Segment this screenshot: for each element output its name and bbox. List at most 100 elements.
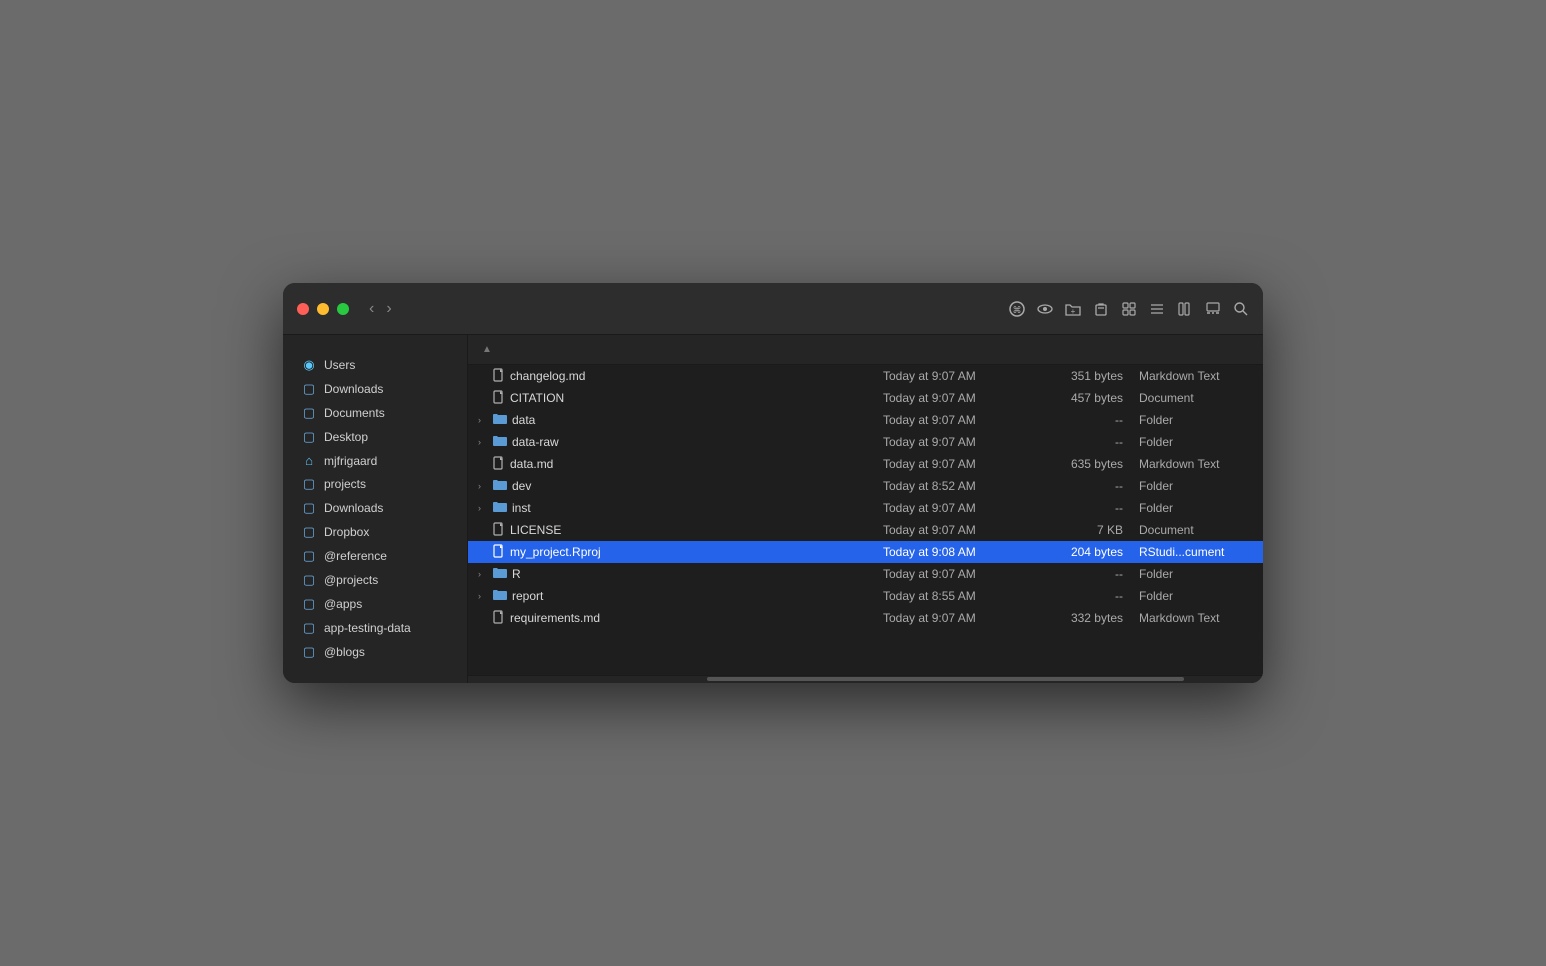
file-row-changelog[interactable]: changelog.md Today at 9:07 AM 351 bytes … [468, 365, 1263, 387]
sidebar: ◉ Users ▢ Downloads ▢ Documents ▢ Deskto… [283, 335, 468, 683]
file-name-col-inst: › inst [478, 501, 883, 516]
titlebar: ‹ › ⌘ + [283, 283, 1263, 335]
sidebar-item-documents[interactable]: ▢ Documents [287, 401, 463, 425]
svg-text:⌘: ⌘ [1013, 305, 1022, 315]
file-icon-inst [493, 501, 507, 516]
expand-arrow-data[interactable]: › [478, 415, 488, 425]
sidebar-item-atprojects[interactable]: ▢ @projects [287, 568, 463, 592]
file-name-col-requirements: requirements.md [478, 610, 883, 627]
file-row-data[interactable]: › data Today at 9:07 AM -- Folder [468, 409, 1263, 431]
sidebar-icon-apptesting: ▢ [301, 620, 317, 636]
file-size-changelog: 351 bytes [1033, 369, 1123, 383]
expand-arrow-report[interactable]: › [478, 591, 488, 601]
minimize-button[interactable] [317, 303, 329, 315]
file-modified-myproject: Today at 9:08 AM [883, 545, 1033, 559]
file-name-col-data: › data [478, 413, 883, 428]
file-icon-dataraw [493, 435, 507, 450]
sidebar-icon-desktop: ▢ [301, 429, 317, 445]
grid-icon[interactable] [1121, 301, 1137, 317]
tag-icon[interactable]: ⌘ [1009, 301, 1025, 317]
sidebar-icon-documents: ▢ [301, 405, 317, 421]
file-name-data: data [512, 413, 535, 427]
file-name-report: report [512, 589, 543, 603]
file-row-dev[interactable]: › dev Today at 8:52 AM -- Folder [468, 475, 1263, 497]
sidebar-item-projects[interactable]: ▢ projects [287, 472, 463, 496]
file-kind-inst: Folder [1123, 501, 1253, 515]
columns-icon[interactable] [1177, 301, 1193, 317]
file-row-r[interactable]: › R Today at 9:07 AM -- Folder [468, 563, 1263, 585]
sidebar-item-reference[interactable]: ▢ @reference [287, 544, 463, 568]
file-icon-r [493, 567, 507, 582]
search-icon[interactable] [1233, 301, 1249, 317]
expand-arrow-r[interactable]: › [478, 569, 488, 579]
sidebar-item-downloads2[interactable]: ▢ Downloads [287, 496, 463, 520]
expand-arrow-dataraw[interactable]: › [478, 437, 488, 447]
gallery-icon[interactable] [1205, 301, 1221, 317]
file-size-report: -- [1033, 589, 1123, 603]
file-size-license: 7 KB [1033, 523, 1123, 537]
file-kind-myproject: RStudi...cument [1123, 545, 1253, 559]
expand-arrow-inst[interactable]: › [478, 503, 488, 513]
file-row-datamd[interactable]: data.md Today at 9:07 AM 635 bytes Markd… [468, 453, 1263, 475]
file-name-license: LICENSE [510, 523, 561, 537]
maximize-button[interactable] [337, 303, 349, 315]
file-size-dataraw: -- [1033, 435, 1123, 449]
sidebar-item-users[interactable]: ◉ Users [287, 353, 463, 377]
sidebar-label-apps: @apps [324, 597, 362, 611]
sidebar-item-mjfrigaard[interactable]: ⌂ mjfrigaard [287, 449, 463, 472]
file-name-col-myproject: my_project.Rproj [478, 544, 883, 561]
sidebar-item-apptesting[interactable]: ▢ app-testing-data [287, 616, 463, 640]
file-list: changelog.md Today at 9:07 AM 351 bytes … [468, 365, 1263, 675]
sidebar-label-desktop: Desktop [324, 430, 368, 444]
sidebar-label-atprojects: @projects [324, 573, 378, 587]
file-icon-citation [493, 390, 505, 407]
file-modified-inst: Today at 9:07 AM [883, 501, 1033, 515]
expand-arrow-dev[interactable]: › [478, 481, 488, 491]
file-modified-citation: Today at 9:07 AM [883, 391, 1033, 405]
file-row-citation[interactable]: CITATION Today at 9:07 AM 457 bytes Docu… [468, 387, 1263, 409]
file-row-myproject[interactable]: my_project.Rproj Today at 9:08 AM 204 by… [468, 541, 1263, 563]
file-kind-dataraw: Folder [1123, 435, 1253, 449]
sidebar-item-downloads1[interactable]: ▢ Downloads [287, 377, 463, 401]
finder-window: ‹ › ⌘ + [283, 283, 1263, 683]
close-button[interactable] [297, 303, 309, 315]
file-size-citation: 457 bytes [1033, 391, 1123, 405]
sidebar-item-desktop[interactable]: ▢ Desktop [287, 425, 463, 449]
forward-button[interactable]: › [382, 298, 395, 320]
sort-arrow: ▲ [482, 344, 492, 355]
list-icon[interactable] [1149, 301, 1165, 317]
back-button[interactable]: ‹ [365, 298, 378, 320]
file-kind-changelog: Markdown Text [1123, 369, 1253, 383]
sidebar-icon-users: ◉ [301, 357, 317, 373]
preview-icon[interactable] [1037, 301, 1053, 317]
scrollbar-thumb [707, 677, 1184, 681]
sidebar-label-blogs: @blogs [324, 645, 365, 659]
delete-icon[interactable] [1093, 301, 1109, 317]
file-icon-myproject [493, 544, 505, 561]
file-icon-datamd [493, 456, 505, 473]
file-row-report[interactable]: › report Today at 8:55 AM -- Folder [468, 585, 1263, 607]
svg-text:+: + [1071, 307, 1076, 316]
file-size-r: -- [1033, 567, 1123, 581]
file-row-license[interactable]: LICENSE Today at 9:07 AM 7 KB Document [468, 519, 1263, 541]
file-size-inst: -- [1033, 501, 1123, 515]
sidebar-items: ◉ Users ▢ Downloads ▢ Documents ▢ Deskto… [283, 353, 467, 664]
sidebar-item-apps[interactable]: ▢ @apps [287, 592, 463, 616]
sidebar-label-downloads1: Downloads [324, 382, 383, 396]
sidebar-icon-reference: ▢ [301, 548, 317, 564]
sidebar-item-dropbox[interactable]: ▢ Dropbox [287, 520, 463, 544]
horizontal-scrollbar[interactable] [468, 675, 1263, 683]
sidebar-icon-mjfrigaard: ⌂ [301, 453, 317, 468]
sidebar-label-reference: @reference [324, 549, 387, 563]
sidebar-item-blogs[interactable]: ▢ @blogs [287, 640, 463, 664]
new-folder-icon[interactable]: + [1065, 301, 1081, 317]
sidebar-label-apptesting: app-testing-data [324, 621, 411, 635]
file-kind-citation: Document [1123, 391, 1253, 405]
file-row-dataraw[interactable]: › data-raw Today at 9:07 AM -- Folder [468, 431, 1263, 453]
file-row-inst[interactable]: › inst Today at 9:07 AM -- Folder [468, 497, 1263, 519]
file-size-datamd: 635 bytes [1033, 457, 1123, 471]
file-size-myproject: 204 bytes [1033, 545, 1123, 559]
file-name-datamd: data.md [510, 457, 553, 471]
col-name-header[interactable]: ▲ [478, 344, 883, 355]
file-row-requirements[interactable]: requirements.md Today at 9:07 AM 332 byt… [468, 607, 1263, 629]
